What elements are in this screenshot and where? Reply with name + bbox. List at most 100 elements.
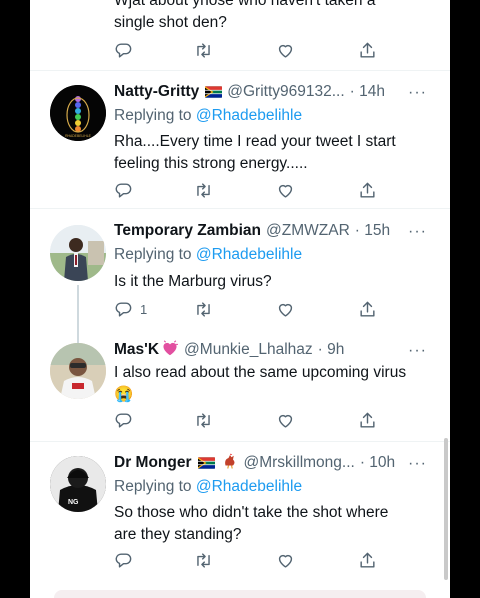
avatar[interactable]: NG — [50, 456, 106, 512]
like-icon — [278, 414, 293, 428]
cock-emoji-icon — [221, 452, 239, 475]
reply-icon — [115, 182, 132, 198]
display-name[interactable]: Mas'K — [114, 341, 159, 359]
user-handle[interactable]: @Munkie_Lhalhaz — [184, 341, 313, 359]
share-icon — [360, 412, 375, 428]
tweet-text: Wjat about yhose who haven't taken a sin… — [114, 0, 414, 34]
south-africa-flag-icon — [205, 83, 223, 101]
reply-icon — [115, 301, 132, 317]
tweet-4[interactable]: NG Dr Monger @Mrskillmong... · 10h ··· R… — [30, 442, 450, 582]
display-name[interactable]: Temporary Zambian — [114, 222, 261, 240]
mention-link[interactable]: @Rhadebelihle — [196, 107, 302, 124]
replying-to: Replying to @Rhadebelihle — [114, 478, 302, 496]
share-button[interactable] — [358, 299, 377, 319]
reply-button[interactable] — [114, 180, 133, 200]
more-icon[interactable]: ··· — [408, 224, 426, 240]
tweet-0[interactable]: Wjat about yhose who haven't taken a sin… — [30, 0, 450, 70]
share-button[interactable] — [358, 40, 377, 60]
share-icon — [360, 552, 375, 568]
tweet-time[interactable]: · 10h — [360, 454, 395, 472]
share-button[interactable] — [358, 180, 377, 200]
tweet-2[interactable]: Temporary Zambian @ZMWZAR · 15h ··· Repl… — [30, 209, 450, 343]
crying-emoji-icon: 😭 — [114, 386, 134, 403]
share-icon — [360, 42, 375, 58]
retweet-icon — [197, 412, 210, 428]
author-line: Dr Monger @Mrskillmong... · 10h — [114, 452, 395, 474]
tweet-text: I also read about the same upcoming viru… — [114, 362, 434, 406]
user-handle[interactable]: @ZMWZAR — [266, 222, 350, 240]
like-icon — [278, 184, 293, 198]
retweet-button[interactable] — [194, 180, 213, 200]
tweet-text-line: feeling this strong energy..... — [114, 155, 308, 172]
share-icon — [360, 301, 375, 317]
tweet-text-line: Wjat about yhose who haven't taken a — [114, 0, 376, 9]
tweet-1[interactable]: RHADEBELIHLE Natty-Gritty @Gritty969132.… — [30, 71, 450, 207]
reply-button[interactable] — [114, 550, 133, 570]
more-icon[interactable]: ··· — [408, 343, 426, 359]
retweet-button[interactable] — [194, 299, 213, 319]
tweet-text: So those who didn't take the shot where … — [114, 502, 414, 546]
tweet-text-line: So those who didn't take the shot where — [114, 504, 389, 521]
avatar-caption: RHADEBELIHLE — [65, 134, 92, 138]
tweet-text-line: Is it the Marburg virus? — [114, 273, 272, 290]
author-line: Natty-Gritty @Gritty969132... · 14h — [114, 81, 385, 103]
bottom-pill — [54, 590, 426, 598]
mention-link[interactable]: @Rhadebelihle — [196, 246, 302, 263]
share-button[interactable] — [358, 410, 377, 430]
retweet-icon — [197, 182, 210, 198]
tweet-actions: 1 — [114, 299, 384, 319]
avatar-photo — [50, 225, 106, 281]
like-button[interactable] — [276, 180, 295, 200]
reply-button[interactable] — [114, 410, 133, 430]
like-icon — [278, 554, 293, 568]
more-icon[interactable]: ··· — [408, 85, 426, 101]
like-button[interactable] — [276, 550, 295, 570]
tweet-actions — [114, 410, 384, 430]
user-handle[interactable]: @Gritty969132... — [227, 83, 344, 101]
tweet-text-line: are they standing? — [114, 526, 242, 543]
like-icon — [278, 303, 293, 317]
share-icon — [360, 182, 375, 198]
replying-prefix: Replying to — [114, 107, 192, 124]
avatar-logo: RHADEBELIHLE — [50, 85, 106, 141]
tweet-time[interactable]: · 15h — [355, 222, 390, 240]
avatar[interactable]: RHADEBELIHLE — [50, 85, 106, 141]
reply-icon — [115, 412, 132, 428]
avatar[interactable] — [50, 343, 106, 399]
tweet-text: Rha....Every time I read your tweet I st… — [114, 131, 414, 175]
more-icon[interactable]: ··· — [408, 456, 426, 472]
like-button[interactable] — [276, 40, 295, 60]
tweet-actions — [114, 550, 384, 570]
tweet-actions — [114, 40, 384, 60]
avatar[interactable] — [50, 225, 106, 281]
retweet-icon — [197, 42, 210, 58]
replying-to: Replying to @Rhadebelihle — [114, 107, 302, 125]
tweet-text-line: I also read about the same upcoming viru… — [114, 364, 407, 381]
retweet-icon — [197, 301, 210, 317]
like-button[interactable] — [276, 299, 295, 319]
retweet-button[interactable] — [194, 410, 213, 430]
like-button[interactable] — [276, 410, 295, 430]
reply-icon — [115, 42, 132, 58]
mention-link[interactable]: @Rhadebelihle — [196, 478, 302, 495]
user-handle[interactable]: @Mrskillmong... — [244, 454, 355, 472]
author-line: Temporary Zambian @ZMWZAR · 15h — [114, 220, 390, 242]
tweet-time[interactable]: · 9h — [318, 341, 345, 359]
replying-prefix: Replying to — [114, 246, 192, 263]
retweet-button[interactable] — [194, 550, 213, 570]
scrollbar[interactable] — [444, 438, 448, 580]
tweet-text-line: Rha....Every time I read your tweet I st… — [114, 133, 396, 150]
share-button[interactable] — [358, 550, 377, 570]
replying-to: Replying to @Rhadebelihle — [114, 246, 302, 264]
tweet-3[interactable]: Mas'K @Munkie_Lhalhaz · 9h ··· I also re… — [30, 330, 450, 440]
reply-button[interactable] — [114, 40, 133, 60]
display-name[interactable]: Dr Monger — [114, 454, 192, 472]
retweet-icon — [197, 552, 210, 568]
replying-prefix: Replying to — [114, 478, 192, 495]
display-name[interactable]: Natty-Gritty — [114, 83, 199, 101]
avatar-photo: NG — [50, 456, 106, 512]
tweet-time[interactable]: · 14h — [350, 83, 385, 101]
reply-button[interactable]: 1 — [114, 299, 147, 319]
retweet-button[interactable] — [194, 40, 213, 60]
tweet-actions — [114, 180, 384, 200]
